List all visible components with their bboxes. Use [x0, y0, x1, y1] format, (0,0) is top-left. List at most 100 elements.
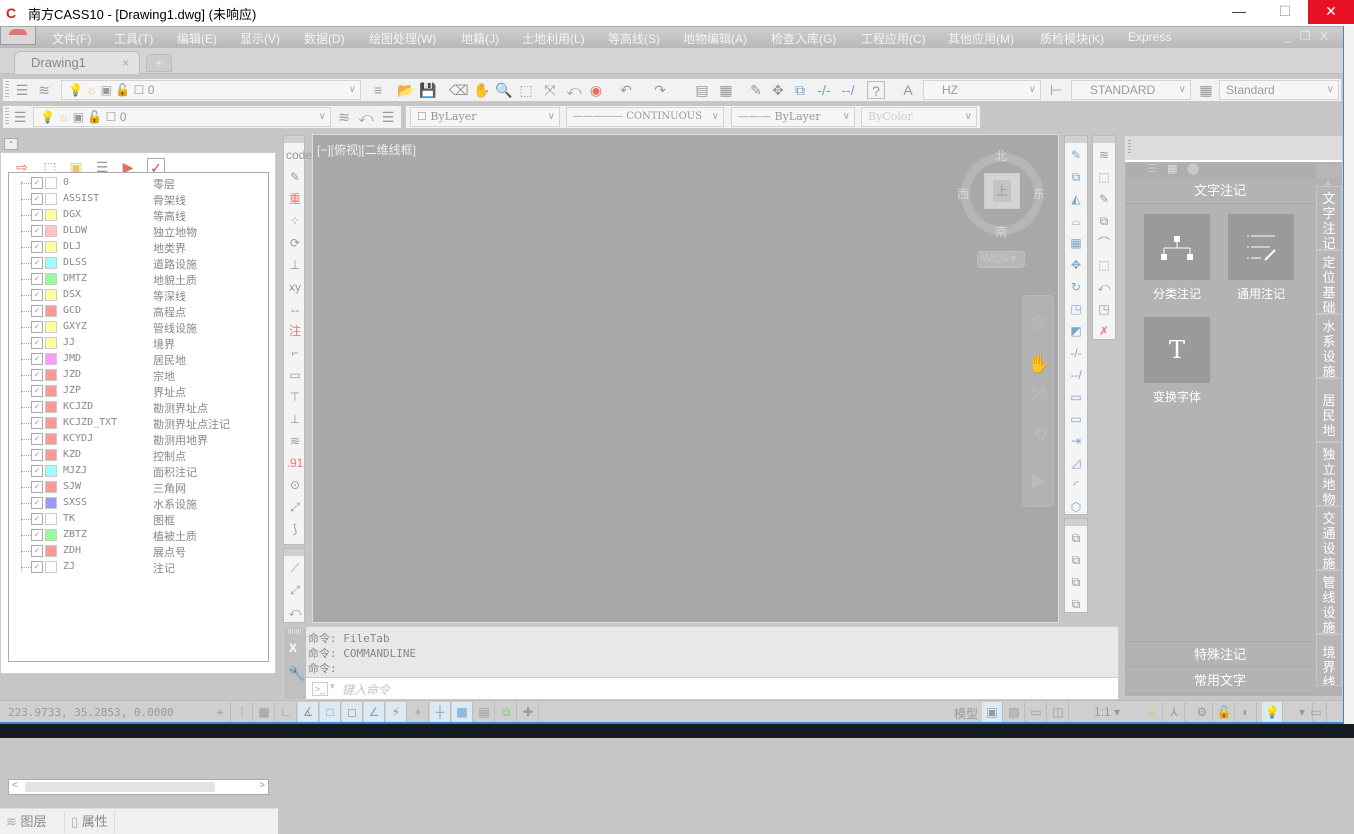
- scroll-left-icon[interactable]: <: [12, 780, 18, 791]
- layer-visible-checkbox[interactable]: ✓: [31, 465, 43, 477]
- infer-constraints-icon[interactable]: ⌖: [210, 702, 231, 722]
- auto-scale-icon[interactable]: ⅄: [1164, 702, 1185, 722]
- copy-icon[interactable]: ⧉: [791, 81, 809, 99]
- pan-hand-icon[interactable]: ✋: [1027, 352, 1051, 376]
- layer-color-swatch[interactable]: [45, 321, 57, 333]
- scrollbar-thumb[interactable]: [25, 782, 215, 792]
- vtab-residential[interactable]: 居民地: [1316, 378, 1342, 442]
- close-button[interactable]: ✕: [1308, 0, 1354, 24]
- design-center-icon[interactable]: ▦: [717, 81, 735, 99]
- layer-row[interactable]: ✓ DLDW 独立地物: [9, 223, 268, 239]
- menu-contour[interactable]: 等高线(S): [608, 30, 660, 47]
- properties-palette-icon[interactable]: ▤: [693, 81, 711, 99]
- menu-file[interactable]: 文件(F): [52, 30, 91, 47]
- lineweight-combo[interactable]: ——— ByLayer ∨: [731, 107, 855, 127]
- layer-row[interactable]: ✓ DGX 等高线: [9, 207, 268, 223]
- step-icon[interactable]: ⌐: [286, 344, 304, 362]
- layer-visible-checkbox[interactable]: ✓: [31, 305, 43, 317]
- layer-color-swatch[interactable]: [45, 273, 57, 285]
- distance-query-icon[interactable]: ↔: [286, 300, 304, 318]
- dimension-edit-icon[interactable]: ✎: [1095, 190, 1113, 208]
- bring-above-icon[interactable]: ⧉: [1067, 573, 1085, 591]
- layer-visible-checkbox[interactable]: ✓: [31, 561, 43, 573]
- layer-row[interactable]: ✓ KCJZD_TXT 勘测界址点注记: [9, 415, 268, 431]
- clean-screen-icon[interactable]: ▭: [1306, 702, 1327, 722]
- compass-south[interactable]: 南: [995, 223, 1007, 240]
- layer-previous-icon[interactable]: ⤺: [357, 108, 375, 126]
- menu-quality-check[interactable]: 质检模块(K): [1040, 30, 1104, 47]
- wcs-menu[interactable]: WCS ▾: [977, 251, 1025, 268]
- layer-row[interactable]: ✓ SJW 三角网: [9, 479, 268, 495]
- scale-icon[interactable]: ◳: [1067, 300, 1085, 318]
- toolbar-grip[interactable]: [5, 108, 9, 126]
- layer-color-swatch[interactable]: [45, 481, 57, 493]
- model-space-label[interactable]: 模型: [954, 705, 978, 722]
- menu-data[interactable]: 数据(D): [304, 30, 345, 47]
- zoom-object-icon[interactable]: ◉: [587, 81, 605, 99]
- layer-row[interactable]: ✓ DLSS 道路设施: [9, 255, 268, 271]
- toolbar-grip[interactable]: [1093, 136, 1115, 143]
- layer-row[interactable]: ✓ JZD 宗地: [9, 367, 268, 383]
- tab-layers[interactable]: ≋ 图层: [6, 811, 47, 833]
- workspace-switch-icon[interactable]: ⚙: [1192, 702, 1213, 722]
- menu-feature-edit[interactable]: 地物编辑(A): [683, 30, 747, 47]
- move-icon[interactable]: ✥: [1067, 256, 1085, 274]
- layer-color-swatch[interactable]: [45, 465, 57, 477]
- layer-visible-checkbox[interactable]: ✓: [31, 417, 43, 429]
- layer-color-swatch[interactable]: [45, 497, 57, 509]
- layer-visible-checkbox[interactable]: ✓: [31, 353, 43, 365]
- layer-row[interactable]: ✓ SXSS 水系设施: [9, 495, 268, 511]
- command-prompt-icon[interactable]: >_: [312, 682, 328, 696]
- zoom-icon[interactable]: ⬚: [1095, 256, 1113, 274]
- quick-view-layouts-icon[interactable]: ◫: [1048, 702, 1069, 722]
- diagonal-icon[interactable]: ⤢: [286, 498, 304, 516]
- ray-icon[interactable]: ⤢: [286, 581, 304, 599]
- hardware-acceleration-icon[interactable]: ◐: [1236, 702, 1257, 722]
- menu-cadastre[interactable]: 地籍(J): [461, 30, 499, 47]
- chamfer-icon[interactable]: ◿: [1067, 454, 1085, 472]
- code-search-icon[interactable]: code: [286, 146, 312, 164]
- dynamic-input-icon[interactable]: +: [408, 702, 429, 722]
- layer-combo[interactable]: 💡 ☼ ▣ 🔓 ☐ 0 ∨: [61, 80, 361, 100]
- vtab-transportation[interactable]: 交通设施: [1316, 506, 1342, 571]
- minimize-button[interactable]: —: [1216, 0, 1262, 24]
- layer-visible-checkbox[interactable]: ✓: [31, 209, 43, 221]
- duplicate-icon[interactable]: 重: [286, 190, 304, 208]
- horizontal-scrollbar[interactable]: < >: [8, 779, 269, 795]
- undo-icon[interactable]: ↶: [617, 81, 635, 99]
- erase-icon[interactable]: ✎: [1067, 146, 1085, 164]
- linetype-icon[interactable]: ≡: [369, 81, 387, 99]
- layer-row[interactable]: ✓ 0 零层: [9, 175, 268, 191]
- layer-color-swatch[interactable]: [45, 241, 57, 253]
- zoom-previous-icon[interactable]: ⤺: [1095, 278, 1113, 296]
- compass-east[interactable]: 东: [1033, 185, 1045, 202]
- layer-color-swatch[interactable]: [45, 449, 57, 461]
- compass-west[interactable]: 西: [957, 185, 969, 202]
- palette-section-special-annotation[interactable]: 特殊注记: [1125, 641, 1315, 667]
- menu-express[interactable]: Express: [1128, 30, 1171, 44]
- panel-minimize-button[interactable]: -: [4, 138, 18, 150]
- stretch-icon[interactable]: ◩: [1067, 322, 1085, 340]
- break-icon[interactable]: ▭: [1067, 410, 1085, 428]
- table-style-icon[interactable]: ▦: [1197, 81, 1215, 99]
- layer-visible-checkbox[interactable]: ✓: [31, 257, 43, 269]
- viewcube-top-face[interactable]: 上: [993, 180, 1011, 202]
- layer-visible-checkbox[interactable]: ✓: [31, 433, 43, 445]
- layer-row[interactable]: ✓ GXYZ 管线设施: [9, 319, 268, 335]
- menu-view[interactable]: 显示(V): [240, 30, 280, 47]
- object-snap-icon[interactable]: □: [320, 702, 341, 722]
- menu-edit[interactable]: 编辑(E): [177, 30, 217, 47]
- zoom-extents-icon[interactable]: ⤧: [1027, 382, 1051, 406]
- layout1-icon[interactable]: ▨: [1004, 702, 1025, 722]
- match-properties-icon[interactable]: ✎: [747, 81, 765, 99]
- menu-land-use[interactable]: 土地利用(L): [522, 30, 585, 47]
- layer-color-swatch[interactable]: [45, 561, 57, 573]
- menu-engineering[interactable]: 工程应用(C): [861, 30, 926, 47]
- vtab-independent-features[interactable]: 独立地物: [1316, 442, 1342, 507]
- document-window-controls[interactable]: _ ❐ X: [1284, 29, 1331, 43]
- annotate-icon[interactable]: 注: [286, 322, 304, 340]
- zoom-window-icon[interactable]: ⬚: [1095, 168, 1113, 186]
- layer-row[interactable]: ✓ KCJZD 勘测界址点: [9, 399, 268, 415]
- layer-color-swatch[interactable]: [45, 369, 57, 381]
- redo-icon[interactable]: ↷: [651, 81, 669, 99]
